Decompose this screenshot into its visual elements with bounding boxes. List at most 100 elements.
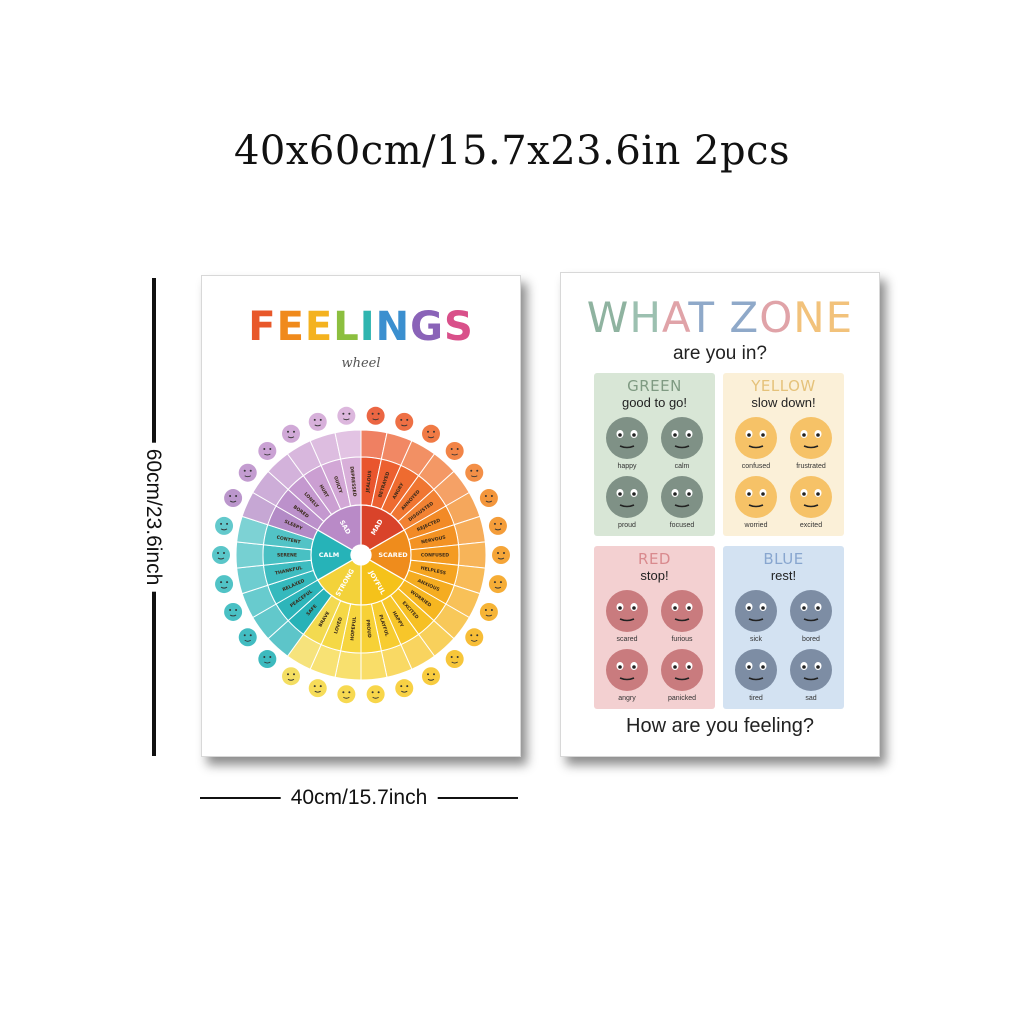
wheel-emoji-icon (366, 406, 385, 425)
wheel-segment-label: SERENE (277, 553, 297, 559)
zone-face-label: scared (616, 636, 638, 643)
zone-face-label: calm (674, 463, 690, 470)
zones-footer: How are you feeling? (626, 715, 814, 737)
wheel-emoji-icon (212, 546, 230, 564)
happy-face-icon (606, 417, 648, 459)
wheel-emoji-icon (282, 424, 300, 443)
proud-face-icon (606, 476, 648, 518)
sick-face-icon (735, 590, 777, 632)
feelings-title-letter: F (248, 304, 277, 350)
worried-face-icon (735, 476, 777, 518)
zones-title-letter: Z (729, 293, 760, 342)
wheel-center (352, 546, 370, 564)
zone-caption: stop! (640, 568, 669, 583)
zone-face-panicked: panicked (657, 647, 707, 707)
confused-face-icon (735, 417, 777, 459)
feelings-wheel-poster: FEELINGS wheel JEALOUS BETRAYED ANGRY ANNOY… (201, 275, 521, 757)
wheel-outer-segment (235, 541, 265, 569)
feelings-title-letter: I (359, 304, 376, 350)
panicked-face-icon (661, 649, 703, 691)
zone-face-label: angry (618, 695, 636, 702)
zone-face-sad: sad (786, 647, 836, 707)
zone-face-excited: excited (786, 474, 836, 534)
zones-title-letter: O (759, 293, 794, 342)
wheel-core-label: CALM (319, 551, 339, 559)
feelings-title-letter: E (304, 304, 334, 350)
wheel-emoji-icon (395, 412, 414, 431)
zone-face-label: confused (741, 463, 771, 470)
feelings-title-letter: L (333, 304, 360, 350)
product-title: 40x60cm/15.7x23.6in 2pcs (233, 128, 791, 174)
zone-face-label: sad (805, 695, 817, 702)
wheel-emoji-icon (492, 546, 510, 564)
zone-red: RED stop! scared furious angry panicked (594, 546, 715, 709)
zone-face-angry: angry (602, 647, 652, 707)
wheel-emoji-icon (465, 628, 484, 647)
wheel-emoji-icon (422, 667, 440, 686)
zones-title-letter: A (661, 293, 689, 342)
calm-face-icon (661, 417, 703, 459)
wheel-emoji-icon (488, 516, 507, 535)
furious-face-icon (661, 590, 703, 632)
feelings-title-letter: G (410, 304, 444, 350)
zone-face-focused: focused (657, 474, 707, 534)
sad-face-icon (790, 649, 832, 691)
bored-face-icon (790, 590, 832, 632)
zone-face-label: tired (749, 695, 763, 702)
zone-name: BLUE (763, 550, 804, 568)
zone-face-label: focused (669, 522, 695, 529)
zone-face-label: bored (802, 636, 820, 643)
wheel-emoji-icon (238, 628, 257, 647)
zone-caption: rest! (770, 568, 797, 583)
wheel-emoji-icon (215, 516, 234, 535)
zones-title-letter: E (825, 293, 854, 342)
wheel-emoji-icon (445, 650, 464, 669)
excited-face-icon (790, 476, 832, 518)
wheel-emoji-icon (366, 685, 385, 704)
feelings-title-letter: S (443, 304, 474, 350)
wheel-outer-segment (457, 541, 487, 569)
zone-face-label: happy (617, 463, 637, 470)
zone-face-confused: confused (731, 415, 781, 475)
width-dimension-label: 40cm/15.7inch (280, 786, 438, 810)
zone-face-label: panicked (667, 695, 697, 702)
wheel-emoji-icon (479, 489, 498, 508)
zones-title-letter: T (688, 293, 716, 342)
wheel-emoji-icon (308, 412, 327, 431)
zone-face-label: excited (799, 522, 823, 529)
zone-face-sick: sick (731, 588, 781, 648)
zones-title: WHAT ZONE (561, 293, 879, 342)
zones-title-letter (715, 293, 729, 342)
wheel-emoji-icon (445, 441, 464, 460)
zone-face-worried: worried (731, 474, 781, 534)
wheel-emoji-icon (282, 667, 300, 686)
frustrated-face-icon (790, 417, 832, 459)
wheel-emoji-icon (215, 575, 234, 594)
zone-face-label: sick (749, 636, 763, 643)
wheel-emoji-icon (479, 602, 498, 621)
zone-name: YELLOW (751, 377, 816, 395)
focused-face-icon (661, 476, 703, 518)
feelings-title-letter: N (375, 304, 411, 350)
zone-face-label: frustrated (796, 463, 826, 470)
zone-face-label: worried (744, 522, 768, 529)
wheel-emoji-icon (224, 602, 243, 621)
zone-face-calm: calm (657, 415, 707, 475)
height-dimension-label: 60cm/23.6inch (141, 442, 165, 592)
scared-face-icon (606, 590, 648, 632)
angry-face-icon (606, 649, 648, 691)
wheel-emoji-icon (258, 650, 277, 669)
zones-poster: WHAT ZONE are you in? GREEN good to go! ha… (560, 272, 880, 757)
zone-name: RED (638, 550, 671, 568)
wheel-emoji-icon (488, 575, 507, 594)
feelings-title: FEELINGS (202, 304, 520, 350)
wheel-emoji-icon (422, 424, 440, 443)
wheel-core-label: SCARED (378, 551, 408, 559)
wheel-emoji-icon (224, 489, 243, 508)
wheel-emoji-icon (465, 463, 484, 482)
zone-face-label: furious (671, 636, 693, 643)
wheel-emoji-icon (337, 406, 356, 425)
zone-face-tired: tired (731, 647, 781, 707)
zone-face-label: proud (618, 522, 636, 529)
zone-caption: good to go! (621, 395, 688, 410)
